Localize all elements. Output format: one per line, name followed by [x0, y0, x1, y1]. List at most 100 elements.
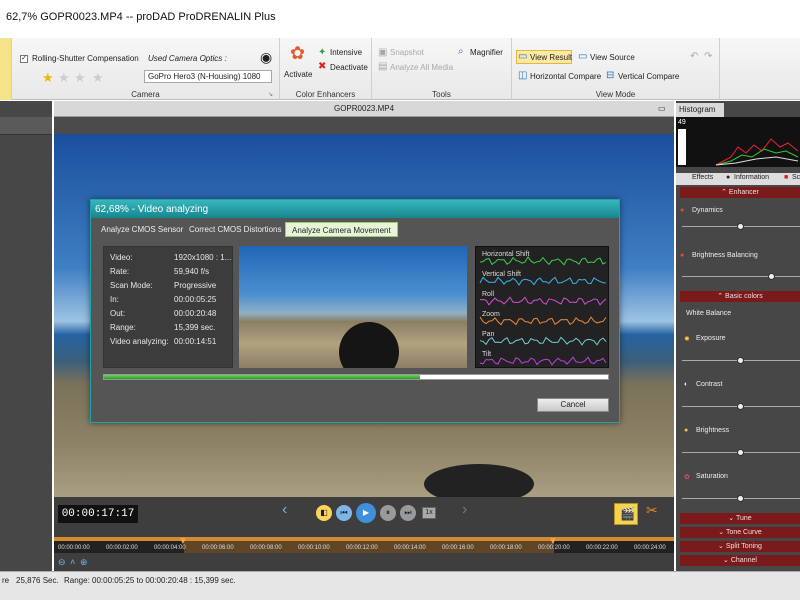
saturation-icon: ✿	[684, 474, 690, 481]
dynamics-slider[interactable]	[682, 223, 800, 231]
section-split-toning[interactable]: ⌄ Split Toning	[680, 541, 800, 552]
brightness-slider[interactable]	[682, 449, 800, 457]
tab-effects[interactable]: Effects	[692, 174, 713, 181]
right-tabs: Effects ● Information ■ Sc	[676, 173, 800, 185]
deactivate-button[interactable]: Deactivate	[330, 63, 368, 72]
view-result-label: View Result	[530, 53, 573, 62]
analyze-all-button[interactable]: Analyze All Media	[390, 63, 453, 72]
rating-star-icon[interactable]: ★	[42, 71, 54, 84]
trim-icon[interactable]: ✂	[646, 503, 658, 517]
skip-forward-button[interactable]: ⏭	[400, 505, 416, 521]
color-group-label: Color Enhancers	[295, 90, 356, 99]
color-enhancers-group: ✿ Activate ✦ Intensive ✖ Deactivate Colo…	[280, 38, 372, 100]
camera-group: ✓ Rolling-Shutter Compensation Used Came…	[12, 38, 280, 100]
white-balance-label: White Balance	[686, 310, 732, 317]
section-enhancer[interactable]: ⌃ Enhancer	[680, 187, 800, 198]
brightness-balancing-dot-icon: ●	[680, 252, 685, 259]
status-left: re	[2, 576, 10, 585]
optics-dropdown[interactable]: GoPro Hero3 (N-Housing) 1080	[144, 70, 272, 83]
in-marker-icon[interactable]: ▼	[178, 537, 188, 547]
tab-analyze-movement[interactable]: Analyze Camera Movement	[285, 222, 398, 237]
motion-graph-line	[479, 296, 607, 306]
clapper-icon: 🎬	[620, 507, 635, 521]
camera-lens-icon[interactable]: ◉	[260, 50, 272, 64]
saturation-slider[interactable]	[682, 495, 800, 503]
redo-icon[interactable]: ↷	[704, 52, 712, 62]
set-marker-button[interactable]: ◧	[316, 505, 332, 521]
out-marker-icon[interactable]: ▼	[548, 537, 558, 547]
vertical-compare-button[interactable]: Vertical Compare	[618, 72, 679, 81]
magnifier-button[interactable]: Magnifier	[470, 48, 503, 57]
saturation-knob[interactable]	[737, 495, 744, 502]
collapsed-group[interactable]	[0, 38, 12, 100]
info-row: In: 00:00:05:25	[110, 295, 217, 304]
motion-graph-line	[479, 256, 607, 266]
snapshot-button[interactable]: Snapshot	[390, 48, 424, 57]
rate-button[interactable]: 1x	[422, 507, 436, 519]
cancel-button[interactable]: Cancel	[537, 398, 609, 412]
tab-analyze-cmos[interactable]: Analyze CMOS Sensor	[95, 222, 189, 237]
dynamics-knob[interactable]	[737, 223, 744, 230]
horizontal-compare-button[interactable]: Horizontal Compare	[530, 72, 601, 81]
next-marker-icon[interactable]: ›	[462, 502, 467, 518]
prev-marker-icon[interactable]: ‹	[282, 502, 287, 518]
timeline-tick: 00:00:10:00	[298, 545, 330, 551]
viewer-menu-icon[interactable]: ▭	[658, 104, 666, 114]
color-fan-icon[interactable]: ✿	[290, 44, 305, 62]
intensive-icon: ✦	[318, 47, 327, 58]
histogram: 49	[676, 117, 800, 167]
timeline-tick: 00:00:22:00	[586, 545, 618, 551]
contrast-slider[interactable]	[682, 403, 800, 411]
timeline-tick: 00:00:14:00	[394, 545, 426, 551]
contrast-label: Contrast	[696, 381, 723, 388]
tools-group-label: Tools	[432, 90, 451, 99]
timeline[interactable]: 00:00:00:00 00:00:02:00 00:00:04:00 00:0…	[54, 537, 674, 553]
tab-information[interactable]: Information	[734, 174, 769, 181]
dynamics-label: Dynamics	[692, 207, 723, 214]
section-channel[interactable]: ⌄ Channel	[680, 555, 800, 566]
timeline-tick: 00:00:12:00	[346, 545, 378, 551]
rating-star-empty-icon[interactable]: ★	[74, 71, 86, 84]
tools-group: ▣ Snapshot ▤ Analyze All Media ⌕ Magnifi…	[372, 38, 512, 100]
pause-button[interactable]: ⏸	[380, 505, 396, 521]
skip-back-button[interactable]: ⏮	[336, 505, 352, 521]
view-source-icon: ▭	[578, 51, 588, 62]
brightness-knob[interactable]	[737, 449, 744, 456]
timeline-tick: 00:00:02:00	[106, 545, 138, 551]
histogram-curves	[715, 138, 799, 166]
clapper-button[interactable]: 🎬	[614, 503, 638, 525]
zoom-fit-icon[interactable]: ˄	[70, 557, 75, 567]
status-range: Range: 00:00:05:25 to 00:00:20:48 : 15,3…	[64, 576, 236, 585]
undo-icon[interactable]: ↶	[690, 52, 698, 62]
brightness-balancing-knob[interactable]	[767, 273, 775, 280]
section-tune[interactable]: ⌄ Tune	[680, 513, 800, 524]
tab-scenes[interactable]: Sc	[792, 174, 800, 181]
brightness-balancing-slider[interactable]	[682, 273, 800, 281]
rolling-shutter-checkbox[interactable]: ✓	[20, 55, 28, 63]
timeline-tick: 00:00:18:00	[490, 545, 522, 551]
media-panel	[0, 101, 52, 571]
dialog-title: 62,68% - Video analyzing	[91, 200, 619, 218]
timeline-tick: 00:00:24:00	[634, 545, 666, 551]
graph-label-pan: Pan	[482, 331, 495, 338]
intensive-button[interactable]: Intensive	[330, 48, 362, 57]
exposure-knob[interactable]	[737, 357, 744, 364]
play-button[interactable]: ▶	[356, 503, 376, 523]
section-tone-curve[interactable]: ⌄ Tone Curve	[680, 527, 800, 538]
viewer-filename: GOPR0023.MP4	[54, 101, 674, 117]
window-title: 62,7% GOPR0023.MP4 -- proDAD ProDRENALIN…	[0, 0, 800, 38]
histogram-tab[interactable]: Histogram	[676, 103, 724, 117]
activate-button[interactable]: Activate	[284, 70, 312, 79]
dialog-launcher-icon[interactable]: ↘	[268, 90, 273, 100]
view-source-button[interactable]: View Source	[590, 53, 635, 62]
rating-star-empty-icon[interactable]: ★	[58, 71, 70, 84]
section-basic-colors[interactable]: ⌃ Basic colors	[680, 291, 800, 302]
zoom-in-icon[interactable]: ⊕	[80, 557, 88, 567]
contrast-knob[interactable]	[737, 403, 744, 410]
exposure-slider[interactable]	[682, 357, 800, 365]
analyzing-dialog: 62,68% - Video analyzing Analyze CMOS Se…	[90, 199, 620, 423]
tab-correct-cmos[interactable]: Correct CMOS Distortions	[183, 222, 287, 237]
rating-star-empty-icon[interactable]: ★	[92, 71, 104, 84]
zoom-out-icon[interactable]: ⊖	[58, 557, 66, 567]
graph-label-zoom: Zoom	[482, 311, 500, 318]
